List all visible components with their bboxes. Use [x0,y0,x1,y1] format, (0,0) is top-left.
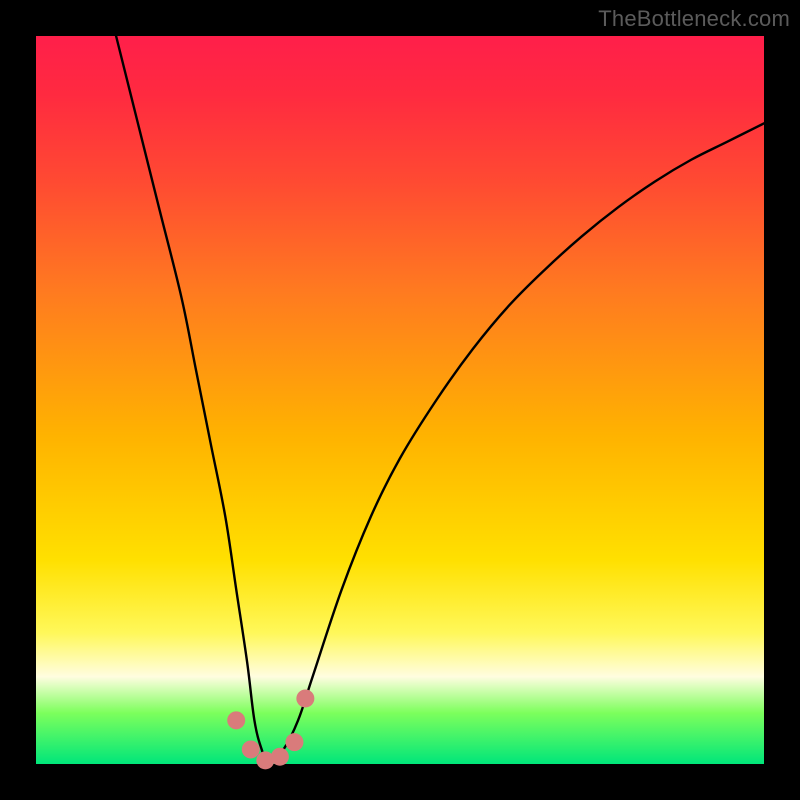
watermark-text: TheBottleneck.com [598,6,790,32]
bottleneck-curve [116,36,764,764]
chart-svg [36,36,764,764]
data-marker [242,740,260,758]
plot-area [36,36,764,764]
marker-layer [227,689,314,769]
data-marker [227,711,245,729]
data-marker [285,733,303,751]
chart-frame: TheBottleneck.com [0,0,800,800]
data-marker [296,689,314,707]
data-marker [271,748,289,766]
